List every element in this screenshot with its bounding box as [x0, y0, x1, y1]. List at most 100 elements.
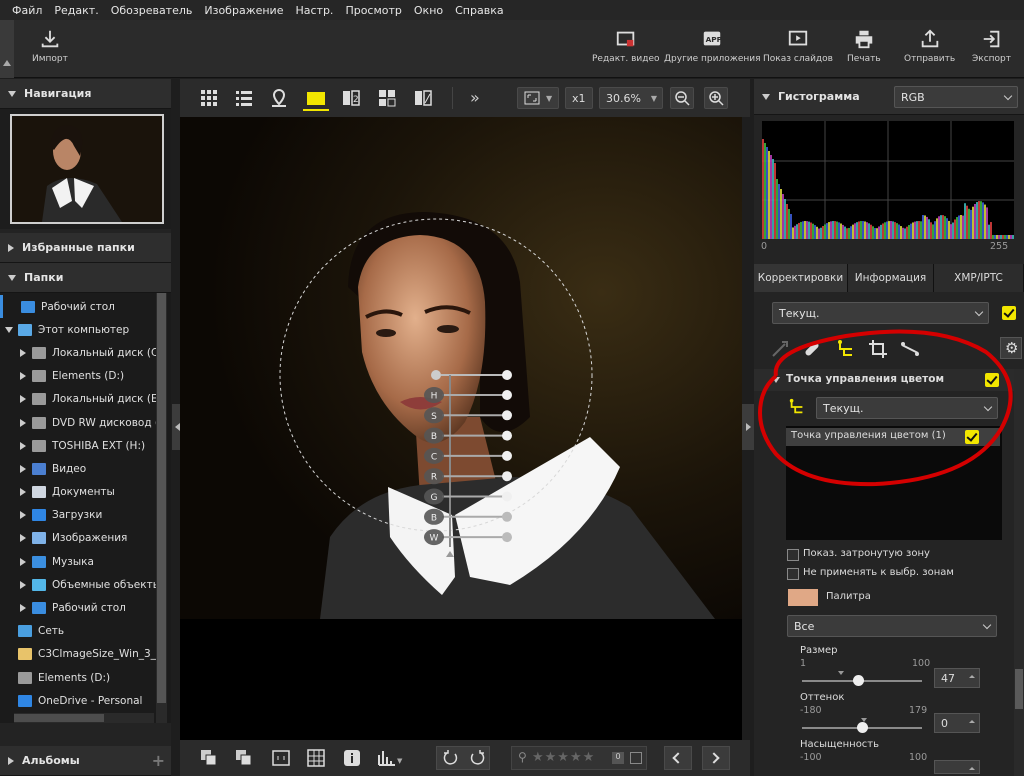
folder-tree-item[interactable]: Видео: [0, 457, 171, 480]
expand-icon[interactable]: [18, 580, 28, 589]
folder-tree-item[interactable]: Музыка: [0, 550, 171, 573]
folder-tree-item[interactable]: Документы: [0, 481, 171, 504]
hue-slider-handle[interactable]: [857, 722, 869, 733]
folder-tree-item[interactable]: C3CImageSize_Win_3_1: [0, 643, 171, 666]
tree-horizontal-scrollbar[interactable]: [14, 713, 154, 723]
rating-stars[interactable]: ★★★★★: [532, 750, 595, 765]
folder-tree-item[interactable]: OneDrive - Personal: [0, 689, 171, 712]
print-button[interactable]: Печать: [847, 28, 881, 64]
before-after-icon[interactable]: [414, 89, 432, 107]
menu-item[interactable]: Просмотр: [339, 4, 407, 17]
zoom-in-button[interactable]: [704, 87, 728, 109]
auto-retouch-icon[interactable]: [770, 339, 790, 359]
collapse-icon[interactable]: [4, 326, 14, 333]
menu-item[interactable]: Окно: [408, 4, 449, 17]
folder-tree-item[interactable]: Сеть: [0, 620, 171, 643]
expand-icon[interactable]: [18, 441, 28, 450]
folder-tree-item[interactable]: Объемные объекты: [0, 573, 171, 596]
single-view-button[interactable]: [303, 87, 329, 111]
folder-tree-item[interactable]: Локальный диск (C:): [0, 341, 171, 364]
albums-header[interactable]: Альбомы +: [0, 746, 171, 776]
tab-xmp-iptc[interactable]: XMP/IPTC: [934, 264, 1024, 292]
right-panel-toggle[interactable]: [742, 404, 754, 450]
show-affected-checkbox[interactable]: [787, 549, 799, 561]
list-item-checkbox[interactable]: [965, 430, 979, 444]
compare-four-icon[interactable]: [378, 89, 396, 107]
zoom-out-button[interactable]: [670, 87, 694, 109]
expand-icon[interactable]: [18, 464, 28, 473]
expand-icon[interactable]: [18, 557, 28, 566]
image-viewer[interactable]: HSBCRGBW: [180, 117, 742, 740]
expand-icon[interactable]: [18, 395, 28, 404]
protect-icon[interactable]: [630, 752, 642, 764]
straighten-icon[interactable]: [900, 339, 920, 359]
expand-icon[interactable]: [18, 604, 28, 613]
other-apps-button[interactable]: APP Другие приложения: [664, 28, 761, 64]
menu-item[interactable]: Справка: [449, 4, 509, 17]
folder-tree-item[interactable]: Изображения: [0, 527, 171, 550]
crop-frame-icon[interactable]: [272, 750, 290, 766]
adjustments-enabled-checkbox[interactable]: [1002, 306, 1016, 320]
expand-icon[interactable]: [18, 488, 28, 497]
channel-mode-select[interactable]: Все: [787, 615, 997, 637]
size-value-input[interactable]: 47: [934, 668, 980, 688]
fit-mode-dropdown[interactable]: ▼: [517, 87, 559, 109]
folder-tree-item[interactable]: Elements (D:): [0, 365, 171, 388]
tree-scrollbar[interactable]: [156, 293, 167, 723]
tab-info[interactable]: Информация: [848, 264, 934, 292]
send-button[interactable]: Отправить: [904, 28, 955, 64]
rotate-right-icon[interactable]: [469, 750, 485, 766]
menu-item[interactable]: Настр.: [289, 4, 339, 17]
more-icon[interactable]: »: [470, 88, 480, 107]
not-apply-checkbox[interactable]: [787, 568, 799, 580]
folder-tree-item[interactable]: Рабочий стол: [0, 295, 171, 319]
folder-tree-item[interactable]: Elements (D:): [0, 666, 171, 689]
rotate-left-icon[interactable]: [443, 750, 459, 766]
adjustment-preset-select[interactable]: Текущ.: [772, 302, 989, 324]
grid-view-icon[interactable]: [200, 89, 218, 107]
expand-icon[interactable]: [18, 534, 28, 543]
label-icon[interactable]: 0: [612, 752, 624, 764]
map-pin-icon[interactable]: [270, 89, 288, 107]
folder-tree-item[interactable]: Локальный диск (E:): [0, 388, 171, 411]
stack-expand-icon[interactable]: [235, 749, 253, 767]
favorites-header[interactable]: Избранные папки: [0, 233, 171, 263]
saturation-value-input[interactable]: [934, 760, 980, 774]
export-button[interactable]: Экспорт: [972, 28, 1011, 64]
navigation-header[interactable]: Навигация: [0, 79, 171, 109]
folder-tree-item[interactable]: Загрузки: [0, 504, 171, 527]
slideshow-button[interactable]: Показ слайдов: [763, 28, 833, 64]
info-icon[interactable]: [343, 749, 361, 767]
add-album-icon[interactable]: +: [152, 751, 165, 770]
import-button[interactable]: Импорт: [32, 28, 68, 64]
histogram-channel-select[interactable]: RGB: [894, 86, 1018, 108]
color-control-point-icon[interactable]: [836, 339, 856, 359]
size-slider-handle[interactable]: [852, 675, 864, 686]
trash-icon[interactable]: ⚲: [518, 750, 527, 764]
folder-tree-item[interactable]: TOSHIBA EXT (H:): [0, 434, 171, 457]
list-item[interactable]: Точка управления цветом (1): [786, 428, 1000, 446]
expand-icon[interactable]: [18, 418, 28, 427]
stack-icon[interactable]: [200, 749, 218, 767]
previous-image-button[interactable]: [664, 746, 692, 770]
crop-icon[interactable]: [868, 339, 888, 359]
folder-tree-item[interactable]: Рабочий стол: [0, 596, 171, 619]
next-image-button[interactable]: [702, 746, 730, 770]
expand-icon[interactable]: [18, 511, 28, 520]
expand-icon[interactable]: [18, 372, 28, 381]
section-enabled-checkbox[interactable]: [985, 373, 999, 387]
tab-adjustments[interactable]: Корректировки: [754, 264, 848, 292]
compare-two-icon[interactable]: 2: [342, 89, 360, 107]
grid-overlay-icon[interactable]: [307, 749, 325, 767]
expand-icon[interactable]: [18, 348, 28, 357]
zoom-value-dropdown[interactable]: 30.6% ▼: [599, 87, 663, 109]
histogram-overlay-icon[interactable]: ▼: [377, 749, 405, 767]
menu-item[interactable]: Обозреватель: [105, 4, 199, 17]
toolbar-collapse-toggle[interactable]: [0, 20, 14, 78]
menu-item[interactable]: Изображение: [198, 4, 289, 17]
video-edit-button[interactable]: Редакт. видео: [592, 28, 660, 64]
menu-item[interactable]: Файл: [6, 4, 48, 17]
folder-tree-item[interactable]: Этот компьютер: [0, 318, 171, 341]
hue-value-input[interactable]: 0: [934, 713, 980, 733]
bandage-icon[interactable]: [802, 339, 822, 359]
